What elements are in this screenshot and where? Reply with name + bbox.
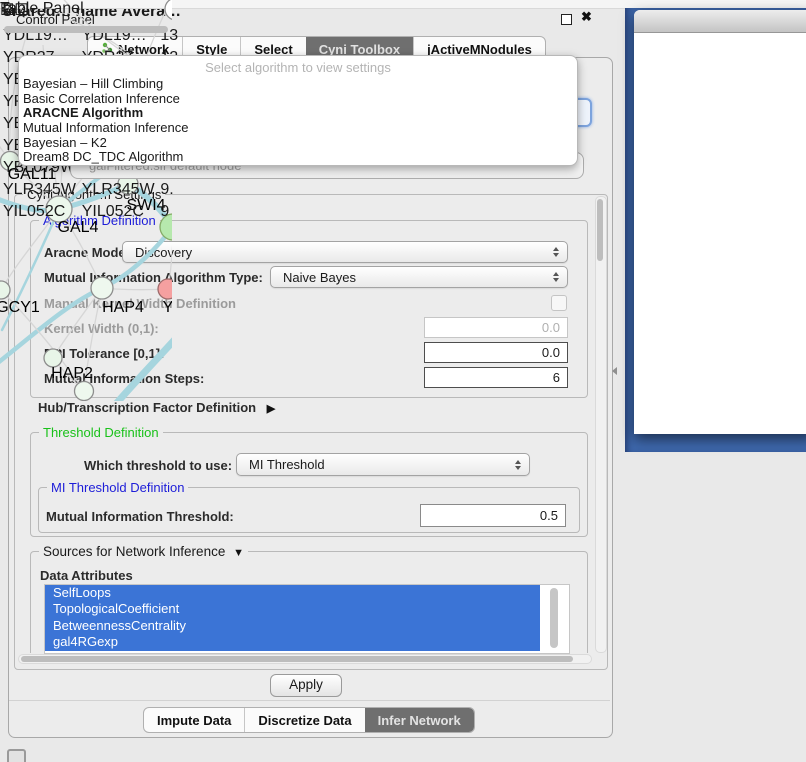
settings-vertical-scrollbar[interactable] bbox=[595, 196, 607, 653]
tab-impute-data[interactable]: Impute Data bbox=[144, 708, 244, 732]
combo-spinner-icon bbox=[515, 460, 521, 470]
hub-definition-toggle[interactable]: Hub/Transcription Factor Definition ▶ bbox=[38, 400, 275, 415]
close-traffic-light-icon[interactable] bbox=[642, 16, 655, 29]
scrollbar-thumb[interactable] bbox=[4, 26, 168, 33]
which-threshold-label: Which threshold to use: bbox=[84, 458, 232, 473]
combo-spinner-icon bbox=[553, 272, 559, 282]
data-attributes-label: Data Attributes bbox=[40, 568, 133, 583]
splitter-handle-icon[interactable] bbox=[612, 367, 617, 375]
divider bbox=[9, 700, 610, 701]
network-window-titlebar[interactable] bbox=[634, 10, 806, 33]
list-item[interactable]: BetweennessCentrality bbox=[45, 618, 540, 634]
manual-kernel-checkbox[interactable] bbox=[551, 295, 567, 311]
close-icon[interactable]: ✖ bbox=[581, 9, 592, 25]
collapse-arrow-icon: ▼ bbox=[233, 547, 244, 559]
kernel-width-input[interactable]: 0.0 bbox=[424, 317, 568, 338]
node-salmon[interactable] bbox=[158, 279, 172, 299]
settings-horizontal-scrollbar[interactable] bbox=[18, 654, 592, 664]
scrollbar-thumb[interactable] bbox=[21, 656, 573, 662]
list-item[interactable]: SelfLoops bbox=[45, 585, 540, 601]
tab-discretize-data[interactable]: Discretize Data bbox=[244, 708, 364, 732]
list-scrollbar-thumb[interactable] bbox=[550, 588, 558, 648]
which-threshold-combo[interactable]: MI Threshold bbox=[236, 453, 530, 476]
mi-type-combo[interactable]: Naive Bayes bbox=[270, 266, 568, 288]
combo-spinner-icon bbox=[553, 247, 559, 257]
float-window-icon[interactable] bbox=[561, 14, 572, 25]
table-row[interactable]: YLR345WYLR345W9. bbox=[2, 180, 179, 200]
list-item[interactable]: gal4RGexp bbox=[45, 634, 540, 650]
list-item[interactable]: TopologicalCoefficient bbox=[45, 601, 540, 617]
tab-infer-network[interactable]: Infer Network bbox=[365, 708, 474, 732]
mi-threshold-label: Mutual Information Threshold: bbox=[46, 509, 234, 524]
algorithm-option[interactable]: Basic Correlation Inference bbox=[19, 92, 577, 107]
data-attributes-list[interactable]: SelfLoops TopologicalCoefficient Between… bbox=[44, 584, 570, 654]
sources-title[interactable]: Sources for Network Inference ▼ bbox=[39, 544, 248, 559]
node-label: GCY1 bbox=[0, 299, 40, 316]
aracne-mode-combo[interactable]: Discovery bbox=[122, 241, 568, 263]
node-hap4[interactable] bbox=[91, 277, 113, 299]
algorithm-option-selected[interactable]: ARACNE Algorithm bbox=[19, 106, 577, 121]
node-gcy1[interactable] bbox=[0, 281, 10, 299]
deselect-all-checkboxes-icon[interactable]: ☐☐ bbox=[0, 0, 29, 20]
mi-threshold-title: MI Threshold Definition bbox=[47, 480, 188, 495]
application-root: Control Panel ✖ Network Style Select Cyn… bbox=[0, 0, 806, 762]
node-label: Y bbox=[163, 299, 172, 316]
mi-steps-input[interactable]: 6 bbox=[424, 367, 568, 388]
mi-threshold-input[interactable]: 0.5 bbox=[420, 504, 566, 527]
dpi-tolerance-input[interactable]: 0.0 bbox=[424, 342, 568, 363]
apply-button[interactable]: Apply bbox=[270, 674, 342, 697]
table-row[interactable]: YIL052CYIL052C9 bbox=[2, 202, 179, 222]
algorithm-option[interactable]: Mutual Information Inference bbox=[19, 121, 577, 136]
node-label: HAP2 bbox=[51, 365, 93, 382]
algorithm-option[interactable]: Bayesian – Hill Climbing bbox=[19, 77, 577, 92]
node-label: HAP4 bbox=[102, 299, 144, 316]
node-partial-bottom[interactable] bbox=[75, 382, 94, 401]
algorithm-option[interactable]: Bayesian – K2 bbox=[19, 136, 577, 151]
scrollbar-thumb[interactable] bbox=[597, 199, 603, 261]
threshold-definition-title: Threshold Definition bbox=[39, 425, 163, 440]
network-window bbox=[634, 10, 806, 434]
algorithm-dropdown-popup: Select algorithm to view settings Bayesi… bbox=[18, 55, 578, 166]
expand-arrow-icon: ▶ bbox=[267, 403, 275, 415]
algorithm-option[interactable]: Dream8 DC_TDC Algorithm bbox=[19, 150, 577, 165]
bottom-tabs: Impute Data Discretize Data Infer Networ… bbox=[143, 707, 475, 733]
popup-prompt: Select algorithm to view settings bbox=[19, 58, 577, 77]
node-partial-top[interactable] bbox=[165, 0, 172, 20]
dock-panel-icon[interactable] bbox=[7, 749, 26, 762]
